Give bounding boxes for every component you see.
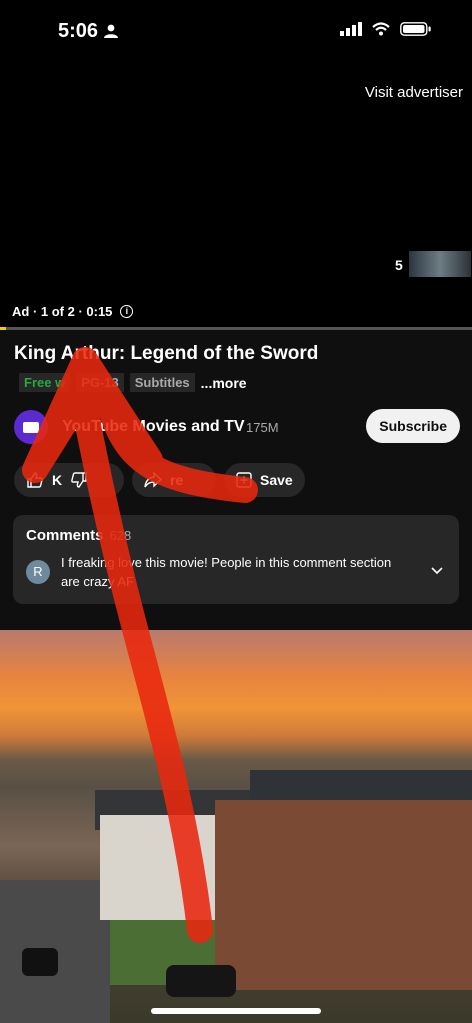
save-label: Save	[260, 472, 293, 488]
thumbnail-car	[22, 948, 58, 976]
thumbs-up-icon[interactable]	[26, 471, 44, 489]
more-link[interactable]: ...more	[201, 375, 247, 391]
subscriber-count: 175M	[246, 420, 279, 435]
channel-avatar[interactable]	[14, 410, 48, 444]
share-label: re	[170, 472, 184, 488]
ad-progress-fill	[0, 327, 6, 330]
chevron-down-icon[interactable]	[431, 567, 443, 575]
save-playlist-icon	[236, 472, 252, 488]
video-title[interactable]: King Arthur: Legend of the Sword	[14, 343, 318, 365]
comments-count: 628	[109, 528, 132, 543]
home-indicator[interactable]	[151, 1008, 321, 1014]
ad-info: Ad · 1 of 2 · 0:15 i	[12, 304, 134, 319]
thumbnail-main-house	[215, 800, 472, 990]
subtitles-tag: Subtitles	[129, 373, 195, 392]
status-bar: 5:06	[0, 0, 472, 64]
comments-title: Comments	[26, 527, 104, 544]
ad-countdown: 5	[395, 257, 403, 273]
comments-header: Comments 628	[26, 527, 131, 544]
status-time: 5:06	[58, 20, 99, 42]
video-tags[interactable]: Free w PG-13 Subtitles ...more	[19, 373, 247, 392]
channel-row[interactable]: YouTube Movies and TV 175M Subscribe	[14, 408, 460, 446]
wifi-icon	[372, 22, 390, 36]
save-button[interactable]: Save	[224, 463, 305, 497]
status-icons	[340, 22, 432, 36]
share-icon	[144, 472, 162, 488]
ad-progress-bar	[0, 327, 472, 330]
share-button[interactable]: re	[132, 463, 216, 497]
like-dislike-button[interactable]: K	[14, 463, 124, 497]
person-icon	[104, 24, 118, 38]
visit-advertiser-link[interactable]: Visit advertiser	[365, 84, 463, 101]
free-tag: Free w	[19, 373, 71, 392]
subscribe-button[interactable]: Subscribe	[366, 409, 460, 443]
ad-video-player[interactable]: Visit advertiser 5 Ad · 1 of 2 · 0:15 i	[0, 64, 472, 328]
rating-tag: PG-13	[76, 373, 124, 392]
battery-icon	[400, 22, 431, 36]
commenter-avatar: R	[26, 560, 50, 584]
action-bar: K re Save	[14, 463, 305, 497]
thumbnail-house	[100, 815, 230, 920]
thumbs-down-icon[interactable]	[70, 471, 88, 489]
top-comment-text: I freaking love this movie! People in th…	[61, 555, 392, 589]
next-ad-thumbnail[interactable]	[409, 251, 471, 277]
channel-name[interactable]: YouTube Movies and TV	[62, 418, 245, 436]
like-count: K	[52, 472, 63, 488]
ad-info-label: Ad · 1 of 2 · 0:15	[12, 304, 113, 319]
info-icon[interactable]: i	[120, 305, 134, 318]
thumbnail-car	[166, 965, 236, 997]
cellular-signal-icon	[340, 22, 362, 36]
comments-panel[interactable]: Comments 628 R I freaking love this movie…	[13, 515, 459, 604]
